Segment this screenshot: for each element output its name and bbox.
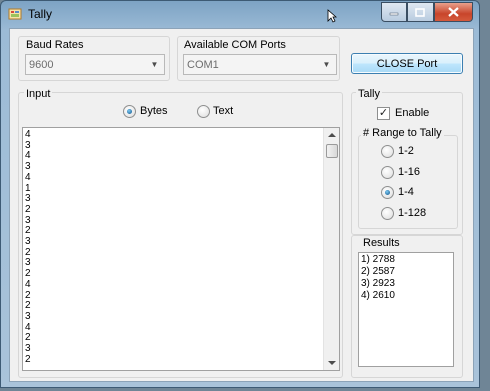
range-radio-1-128[interactable] (381, 207, 394, 220)
range-label: # Range to Tally (361, 127, 444, 139)
close-icon (448, 7, 459, 17)
results-lines: 1) 2788 2) 2587 3) 2923 4) 2610 (361, 254, 395, 302)
client-area: Baud Rates 9600 ▼ Available COM Ports CO… (9, 28, 474, 382)
caption-buttons (381, 2, 473, 22)
input-line: 4 (25, 278, 31, 290)
result-item: 2) 2587 (361, 266, 395, 277)
input-line: 3 (25, 310, 31, 322)
text-radio[interactable] (197, 105, 210, 118)
scroll-down-icon[interactable] (328, 360, 336, 366)
input-line: 3 (25, 139, 31, 151)
enable-checkbox[interactable]: ✓ (377, 107, 390, 120)
result-item: 1) 2788 (361, 254, 395, 265)
input-line: 2 (25, 268, 31, 280)
range-label-1-16[interactable]: 1-16 (398, 166, 420, 178)
minimize-button[interactable] (381, 2, 408, 22)
input-line: 3 (25, 161, 31, 173)
title-bar[interactable]: Tally (1, 1, 479, 28)
range-radio-1-2[interactable] (381, 145, 394, 158)
input-line: 1 (25, 182, 31, 194)
input-line: 3 (25, 236, 31, 248)
tally-label: Tally (356, 88, 383, 100)
com-ports-label: Available COM Ports (182, 39, 288, 51)
input-line: 2 (25, 332, 31, 344)
minimize-icon (389, 12, 399, 16)
scroll-thumb[interactable] (326, 144, 338, 158)
range-label-1-2[interactable]: 1-2 (398, 145, 414, 157)
result-item: 3) 2923 (361, 278, 395, 289)
chevron-down-icon[interactable]: ▼ (147, 57, 162, 72)
input-line: 2 (25, 225, 31, 237)
input-line: 3 (25, 214, 31, 226)
maximize-button[interactable] (407, 2, 434, 22)
range-radio-1-4[interactable] (381, 186, 394, 199)
results-label: Results (361, 237, 402, 249)
baud-rate-value: 9600 (29, 58, 54, 71)
baud-rate-select[interactable]: 9600 ▼ (25, 54, 165, 75)
result-item: 4) 2610 (361, 290, 395, 301)
com-port-value: COM1 (187, 58, 219, 71)
bytes-radio[interactable] (123, 105, 136, 118)
mouse-cursor-icon (327, 9, 337, 23)
input-lines: 4343413232323242234232 (25, 129, 321, 365)
input-line: 3 (25, 193, 31, 205)
range-radio-1-16[interactable] (381, 166, 394, 179)
chevron-down-icon[interactable]: ▼ (319, 57, 334, 72)
results-list[interactable]: 1) 2788 2) 2587 3) 2923 4) 2610 (358, 252, 454, 367)
input-textbox[interactable]: 4343413232323242234232 (22, 127, 340, 371)
input-line: 2 (25, 300, 31, 312)
input-line: 4 (25, 171, 31, 183)
baud-rates-label: Baud Rates (24, 39, 86, 51)
close-port-label: CLOSE Port (376, 57, 438, 70)
tally-app-icon (8, 8, 22, 20)
input-scrollbar[interactable] (323, 128, 339, 370)
input-line: 3 (25, 257, 31, 269)
input-line: 2 (25, 353, 31, 365)
range-label-1-128[interactable]: 1-128 (398, 207, 426, 219)
window-title: Tally (28, 7, 53, 21)
enable-label[interactable]: Enable (395, 107, 429, 119)
input-line: 3 (25, 343, 31, 355)
bytes-radio-label[interactable]: Bytes (140, 105, 168, 117)
close-button[interactable] (433, 2, 473, 22)
input-line: 4 (25, 150, 31, 162)
input-line: 4 (25, 129, 31, 140)
input-line: 2 (25, 246, 31, 258)
text-radio-label[interactable]: Text (213, 105, 233, 117)
input-label: Input (24, 88, 53, 100)
com-port-select[interactable]: COM1 ▼ (183, 54, 337, 75)
input-line: 2 (25, 203, 31, 215)
scroll-up-icon[interactable] (328, 132, 336, 138)
tally-window: Tally Baud Rates 9600 ▼ Available COM Po… (0, 0, 480, 388)
maximize-icon (415, 7, 426, 17)
input-line: 4 (25, 321, 31, 333)
input-line: 2 (25, 289, 31, 301)
range-label-1-4[interactable]: 1-4 (398, 186, 414, 198)
close-port-button[interactable]: CLOSE Port (351, 53, 463, 74)
